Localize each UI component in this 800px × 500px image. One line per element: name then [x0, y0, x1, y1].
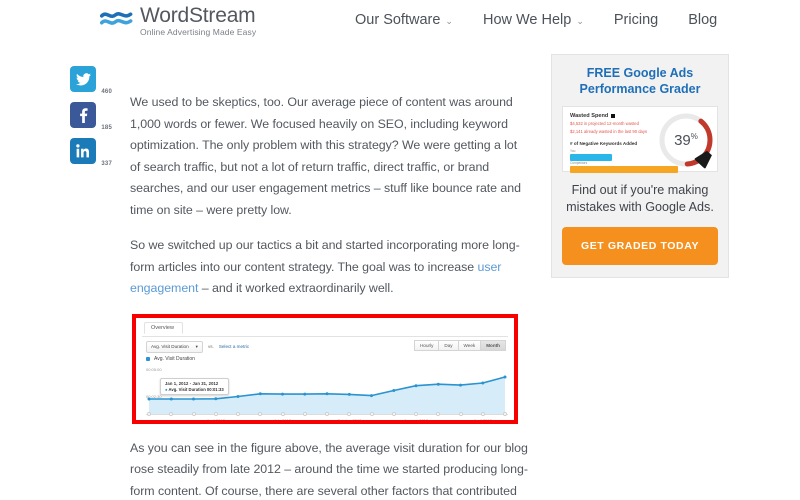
paragraph-3-text-a: As you can see in the figure above, the …	[130, 440, 528, 498]
tooltip-metric-value: ● Avg. Visit Duration 00:01:33	[165, 387, 224, 392]
granularity-hourly[interactable]: Hourly	[414, 339, 439, 351]
x-axis-label: April 2012	[207, 418, 225, 420]
sidebar: FREE Google Ads Performance Grader Waste…	[551, 54, 729, 278]
x-axis-tick	[436, 411, 441, 416]
site-header: WordStream Online Advertising Made Easy …	[0, 0, 800, 44]
chart-x-axis: April 2012 July 2012 October 2012 January 2…	[146, 411, 508, 420]
grader-score-suffix: %	[690, 131, 698, 141]
x-axis-tick	[503, 411, 507, 416]
paragraph-1-text: We used to be skeptics, too. Our average…	[130, 95, 521, 217]
x-axis-label: January 2013	[404, 418, 428, 420]
chart-legend: Avg. Visit Duration	[146, 356, 195, 362]
granularity-toggle-group: Hourly Day Week Month	[414, 339, 506, 351]
tooltip-date-range: Jan 1, 2012 - Jan 31, 2012	[165, 380, 219, 386]
x-axis-tick	[302, 411, 307, 416]
granularity-day[interactable]: Day	[438, 339, 458, 351]
paragraph-1: We used to be skeptics, too. Our average…	[130, 44, 528, 221]
paragraph-2: So we switched up our tactics a bit and …	[130, 235, 528, 300]
linkedin-share-count: 337	[101, 161, 112, 167]
granularity-week[interactable]: Week	[457, 339, 481, 351]
chevron-down-icon: ▾	[195, 343, 198, 349]
metric-select[interactable]: Avg. Visit Duration ▾	[146, 340, 203, 353]
nav-label: Blog	[688, 12, 718, 28]
bar-you	[570, 154, 612, 161]
square-icon	[611, 114, 616, 118]
bar-competitors	[570, 166, 678, 173]
chevron-down-icon: ⌄	[445, 15, 453, 26]
x-axis-tick	[414, 411, 418, 416]
nav-item-our-software[interactable]: Our Software ⌄	[355, 12, 453, 28]
content-sheet: 460 185 337 We used to be skeptics, too.…	[18, 44, 782, 500]
x-axis-tick	[258, 411, 263, 416]
widget-title: FREE Google Ads Performance Grader	[579, 66, 701, 96]
social-share-facebook[interactable]: 185	[70, 102, 112, 131]
legend-color-swatch	[146, 356, 150, 361]
wordstream-waves-icon	[100, 12, 133, 25]
twitter-share-count: 460	[101, 89, 112, 95]
x-axis-label: July 2012	[274, 418, 291, 420]
social-share-twitter[interactable]: 460	[70, 66, 112, 95]
x-axis-tick	[458, 411, 463, 416]
x-axis-tick	[147, 411, 151, 416]
twitter-icon	[75, 72, 91, 85]
paragraph-2-text-b: – and it worked extraordinarily well.	[198, 281, 394, 295]
analytics-screenshot-figure: Overview Avg. Visit Duration ▾ vs. Selec…	[132, 313, 518, 424]
granularity-month[interactable]: Month	[480, 339, 506, 351]
twitter-button[interactable]	[70, 66, 96, 92]
x-axis-label: October 2012	[337, 418, 361, 420]
page-content: 460 185 337 We used to be skeptics, too.…	[0, 44, 800, 500]
grader-preview-card: Wasted Spend $4,532 in projected 12-mont…	[562, 106, 718, 173]
paragraph-2-text-a: So we switched up our tactics a bit and …	[130, 238, 520, 274]
wasted-spend-label: Wasted Spend	[570, 113, 609, 119]
chevron-down-icon: ⌄	[576, 15, 584, 26]
x-axis-tick	[369, 411, 374, 416]
x-axis-tick	[213, 411, 218, 416]
x-axis-tick	[480, 411, 485, 416]
analytics-tabbar: Overview	[142, 321, 508, 337]
nav-label: Our Software	[355, 12, 441, 28]
nav-label: Pricing	[613, 12, 659, 28]
x-axis-tick	[280, 411, 285, 416]
x-axis-tick	[236, 411, 240, 416]
nav-item-blog[interactable]: Blog	[688, 12, 717, 28]
analytics-metric-controls: Avg. Visit Duration ▾ vs. Select a metri…	[146, 340, 249, 353]
widget-subtitle: Find out if you're making mistakes with …	[566, 183, 714, 214]
grader-promo-widget: FREE Google Ads Performance Grader Waste…	[551, 54, 729, 278]
facebook-icon	[79, 107, 88, 123]
get-graded-today-button[interactable]: GET GRADED TODAY	[562, 227, 718, 265]
x-axis-tick	[169, 411, 174, 416]
legend-label: Avg. Visit Duration	[154, 355, 195, 362]
page-root: WordStream Online Advertising Made Easy …	[0, 0, 800, 500]
linkedin-button[interactable]	[70, 138, 96, 164]
facebook-share-count: 185	[101, 125, 112, 131]
chart-tooltip: Jan 1, 2012 - Jan 31, 2012 ● Avg. Visit …	[160, 377, 229, 395]
logo-tagline: Online Advertising Made Easy	[140, 27, 257, 37]
article-body: We used to be skeptics, too. Our average…	[130, 44, 528, 500]
logo-title: WordStream	[140, 4, 256, 27]
nav-item-pricing[interactable]: Pricing	[614, 12, 658, 28]
nav-item-how-we-help[interactable]: How We Help ⌄	[483, 12, 584, 28]
vs-label: vs.	[207, 344, 214, 349]
x-axis-tick	[191, 411, 196, 416]
paragraph-3: As you can see in the figure above, the …	[130, 438, 528, 500]
tooltip-metric-text: Avg. Visit Duration 00:01:33	[167, 386, 224, 392]
score-gauge: 39%	[659, 113, 713, 167]
x-axis-label: April 2013	[474, 418, 492, 420]
x-axis-tick	[347, 411, 352, 416]
analytics-panel: Overview Avg. Visit Duration ▾ vs. Selec…	[136, 317, 514, 420]
metric-select-value: Avg. Visit Duration	[151, 344, 189, 349]
facebook-button[interactable]	[70, 102, 96, 128]
x-axis-tick	[325, 411, 329, 416]
site-logo[interactable]: WordStream Online Advertising Made Easy	[100, 4, 256, 37]
linkedin-icon	[76, 144, 89, 158]
grader-score-value: 39	[674, 131, 691, 149]
main-navigation: Our Software ⌄ How We Help ⌄ Pricing Blo…	[355, 12, 717, 28]
nav-label: How We Help	[482, 12, 572, 28]
social-share-rail: 460 185 337	[70, 66, 116, 174]
select-a-metric-link[interactable]: Select a metric	[219, 344, 249, 349]
social-share-linkedin[interactable]: 337	[70, 138, 112, 167]
x-axis-tick	[391, 411, 396, 416]
tab-overview[interactable]: Overview	[144, 321, 183, 334]
